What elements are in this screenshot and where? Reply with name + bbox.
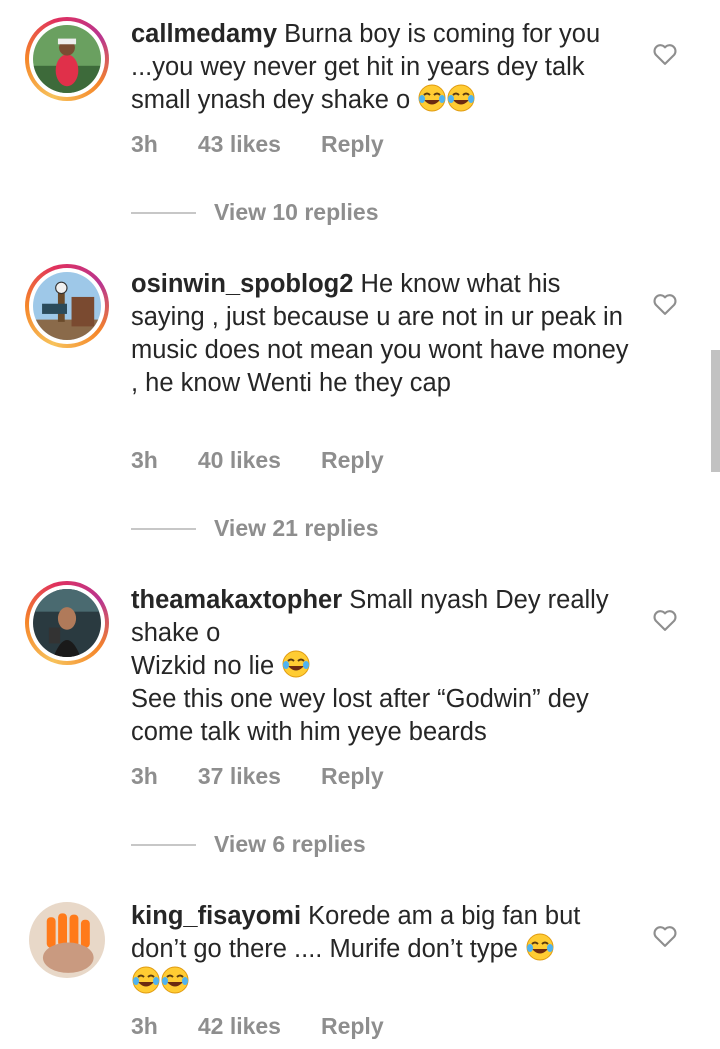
heart-outline-icon[interactable] [651, 606, 679, 634]
scrollbar[interactable] [711, 350, 720, 472]
reply-button[interactable]: Reply [321, 447, 384, 474]
avatar[interactable] [25, 17, 109, 101]
divider [131, 211, 196, 214]
comment-likes[interactable]: 40 likes [198, 447, 281, 474]
comment-time: 3h [131, 1013, 158, 1039]
avatar[interactable] [25, 581, 109, 665]
comment-meta: 3h 43 likes Reply [131, 131, 424, 158]
heart-outline-icon[interactable] [651, 290, 679, 318]
face-with-tears-of-joy-emoji [418, 84, 446, 112]
comment-time: 3h [131, 763, 158, 789]
comment-time: 3h [131, 447, 158, 473]
comment-username[interactable]: king_fisayomi [131, 902, 301, 930]
divider [131, 843, 196, 846]
view-replies-button[interactable]: View 21 replies [131, 515, 379, 542]
comment-text: king_fisayomi Korede am a big fan but do… [131, 900, 631, 999]
heart-outline-icon[interactable] [651, 922, 679, 950]
face-with-tears-of-joy-emoji [132, 966, 160, 994]
avatar[interactable] [25, 264, 109, 348]
face-with-tears-of-joy-emoji [447, 84, 475, 112]
comment-time: 3h [131, 131, 158, 157]
comment-meta: 3h 42 likes Reply [131, 1013, 424, 1040]
comment-likes[interactable]: 42 likes [198, 1013, 281, 1040]
comment-text: osinwin_spoblog2 He know what his saying… [131, 268, 631, 400]
view-replies-button[interactable]: View 10 replies [131, 199, 379, 226]
comment-username[interactable]: osinwin_spoblog2 [131, 270, 353, 298]
divider [131, 527, 196, 530]
avatar[interactable] [25, 898, 109, 982]
reply-button[interactable]: Reply [321, 1013, 384, 1040]
comment-text: callmedamy Burna boy is coming for you .… [131, 18, 631, 117]
comment-text: theamakaxtopher Small nyash Dey really s… [131, 584, 631, 749]
face-with-tears-of-joy-emoji [526, 933, 554, 961]
comment-meta: 3h 37 likes Reply [131, 763, 424, 790]
comment-username[interactable]: callmedamy [131, 20, 277, 48]
comment-likes[interactable]: 43 likes [198, 131, 281, 158]
view-replies-button[interactable]: View 6 replies [131, 831, 366, 858]
face-with-tears-of-joy-emoji [282, 650, 310, 678]
comment-username[interactable]: theamakaxtopher [131, 586, 342, 614]
comment-meta: 3h 40 likes Reply [131, 447, 424, 474]
comment-body-continued: See this one wey lost after “Godwin” dey… [131, 685, 589, 746]
reply-button[interactable]: Reply [321, 763, 384, 790]
view-replies-label: View 6 replies [214, 831, 366, 857]
view-replies-label: View 21 replies [214, 515, 379, 541]
comment-likes[interactable]: 37 likes [198, 763, 281, 790]
reply-button[interactable]: Reply [321, 131, 384, 158]
face-with-tears-of-joy-emoji [161, 966, 189, 994]
heart-outline-icon[interactable] [651, 40, 679, 68]
view-replies-label: View 10 replies [214, 199, 379, 225]
